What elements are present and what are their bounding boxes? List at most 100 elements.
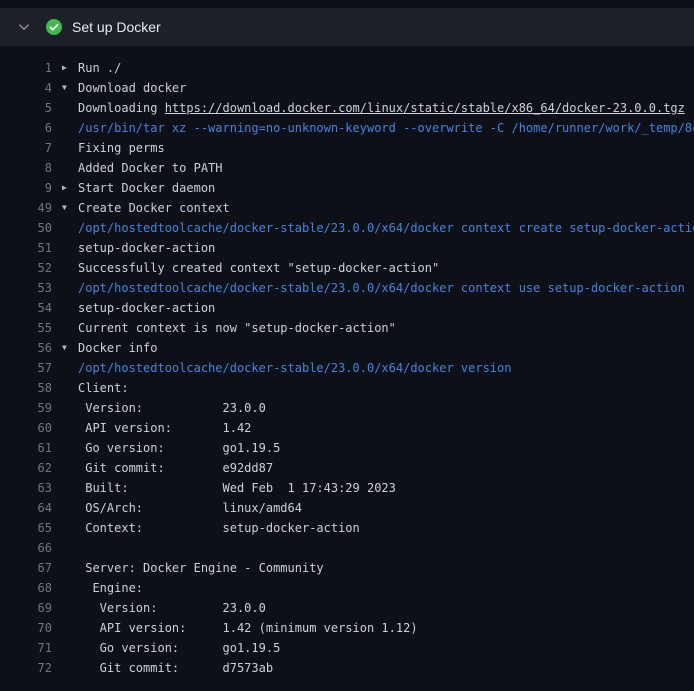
log-line: 66	[12, 538, 694, 558]
log-text: Built: Wed Feb 1 17:43:29 2023	[78, 478, 694, 498]
group-collapsed-icon[interactable]: ▶	[62, 178, 78, 198]
line-number[interactable]: 65	[12, 518, 52, 538]
step-title: Set up Docker	[72, 19, 161, 35]
line-number[interactable]: 1	[12, 58, 52, 78]
chevron-down-icon[interactable]	[18, 21, 30, 33]
log-text: Added Docker to PATH	[78, 158, 694, 178]
log-text: Fixing perms	[78, 138, 694, 158]
line-number[interactable]: 58	[12, 378, 52, 398]
line-number[interactable]: 54	[12, 298, 52, 318]
arrow-spacer	[62, 158, 78, 178]
log-line: 53/opt/hostedtoolcache/docker-stable/23.…	[12, 278, 694, 298]
line-number[interactable]: 8	[12, 158, 52, 178]
log-text: setup-docker-action	[78, 238, 694, 258]
log-link[interactable]: https://download.docker.com/linux/static…	[165, 101, 685, 115]
arrow-spacer	[62, 318, 78, 338]
log-text: Context: setup-docker-action	[78, 518, 694, 538]
log-console: 1▶Run ./4▼Download docker5Downloading ht…	[0, 46, 694, 678]
arrow-spacer	[62, 558, 78, 578]
group-collapsed-icon[interactable]: ▶	[62, 58, 78, 78]
line-number[interactable]: 66	[12, 538, 52, 558]
log-text	[78, 538, 694, 558]
log-text: Version: 23.0.0	[78, 398, 694, 418]
line-number[interactable]: 50	[12, 218, 52, 238]
log-group-header[interactable]: 56 ▼Docker info	[12, 338, 694, 358]
log-line: 63 Built: Wed Feb 1 17:43:29 2023	[12, 478, 694, 498]
log-text: Version: 23.0.0	[78, 598, 694, 618]
line-number[interactable]: 6	[12, 118, 52, 138]
arrow-spacer	[62, 518, 78, 538]
arrow-spacer	[62, 438, 78, 458]
log-group-header[interactable]: 4▼Download docker	[12, 78, 694, 98]
line-number[interactable]: 49	[12, 198, 52, 218]
line-number[interactable]: 70	[12, 618, 52, 638]
log-line: 5 Downloading https://download.docker.com…	[12, 98, 694, 118]
line-number[interactable]: 52	[12, 258, 52, 278]
group-expanded-icon[interactable]: ▼	[62, 338, 78, 358]
log-text: setup-docker-action	[78, 298, 694, 318]
arrow-spacer	[62, 98, 78, 118]
log-line: 67 Server: Docker Engine - Community	[12, 558, 694, 578]
arrow-spacer	[62, 358, 78, 378]
log-line: 71 Go version: go1.19.5	[12, 638, 694, 658]
arrow-spacer	[62, 258, 78, 278]
log-text: Create Docker context	[78, 198, 694, 218]
log-line: 58 Client:	[12, 378, 694, 398]
line-number[interactable]: 62	[12, 458, 52, 478]
arrow-spacer	[62, 458, 78, 478]
line-number[interactable]: 4	[12, 78, 52, 98]
line-number[interactable]: 61	[12, 438, 52, 458]
log-line: 51 setup-docker-action	[12, 238, 694, 258]
line-number[interactable]: 69	[12, 598, 52, 618]
arrow-spacer	[62, 138, 78, 158]
line-number[interactable]: 56	[12, 338, 52, 358]
arrow-spacer	[62, 658, 78, 678]
line-number[interactable]: 53	[12, 278, 52, 298]
log-text: Git commit: e92dd87	[78, 458, 694, 478]
group-expanded-icon[interactable]: ▼	[62, 78, 78, 98]
arrow-spacer	[62, 298, 78, 318]
line-number[interactable]: 59	[12, 398, 52, 418]
log-text: /usr/bin/tar xz --warning=no-unknown-key…	[78, 118, 694, 138]
log-text: /opt/hostedtoolcache/docker-stable/23.0.…	[78, 278, 694, 298]
step-header[interactable]: Set up Docker	[0, 8, 694, 46]
arrow-spacer	[62, 118, 78, 138]
line-number[interactable]: 71	[12, 638, 52, 658]
arrow-spacer	[62, 638, 78, 658]
log-line: 65 Context: setup-docker-action	[12, 518, 694, 538]
arrow-spacer	[62, 578, 78, 598]
line-number[interactable]: 51	[12, 238, 52, 258]
log-text: Run ./	[78, 58, 694, 78]
log-text: API version: 1.42 (minimum version 1.12)	[78, 618, 694, 638]
line-number[interactable]: 72	[12, 658, 52, 678]
log-group-header[interactable]: 1 ▶Run ./	[12, 58, 694, 78]
log-line: 62 Git commit: e92dd87	[12, 458, 694, 478]
log-group-header[interactable]: 49 ▼Create Docker context	[12, 198, 694, 218]
line-number[interactable]: 67	[12, 558, 52, 578]
arrow-spacer	[62, 278, 78, 298]
group-expanded-icon[interactable]: ▼	[62, 198, 78, 218]
line-number[interactable]: 55	[12, 318, 52, 338]
log-text: Downloading https://download.docker.com/…	[78, 98, 694, 118]
line-number[interactable]: 63	[12, 478, 52, 498]
log-text: Git commit: d7573ab	[78, 658, 694, 678]
log-text: OS/Arch: linux/amd64	[78, 498, 694, 518]
log-text: Client:	[78, 378, 694, 398]
log-line: 61 Go version: go1.19.5	[12, 438, 694, 458]
arrow-spacer	[62, 618, 78, 638]
arrow-spacer	[62, 218, 78, 238]
arrow-spacer	[62, 478, 78, 498]
log-line: 6/usr/bin/tar xz --warning=no-unknown-ke…	[12, 118, 694, 138]
line-number[interactable]: 57	[12, 358, 52, 378]
line-number[interactable]: 7	[12, 138, 52, 158]
line-number[interactable]: 9	[12, 178, 52, 198]
log-line: 54 setup-docker-action	[12, 298, 694, 318]
log-text: Docker info	[78, 338, 694, 358]
line-number[interactable]: 68	[12, 578, 52, 598]
log-text: Current context is now "setup-docker-act…	[78, 318, 694, 338]
log-group-header[interactable]: 9▶Start Docker daemon	[12, 178, 694, 198]
line-number[interactable]: 5	[12, 98, 52, 118]
line-number[interactable]: 60	[12, 418, 52, 438]
line-number[interactable]: 64	[12, 498, 52, 518]
log-text: /opt/hostedtoolcache/docker-stable/23.0.…	[78, 218, 694, 238]
